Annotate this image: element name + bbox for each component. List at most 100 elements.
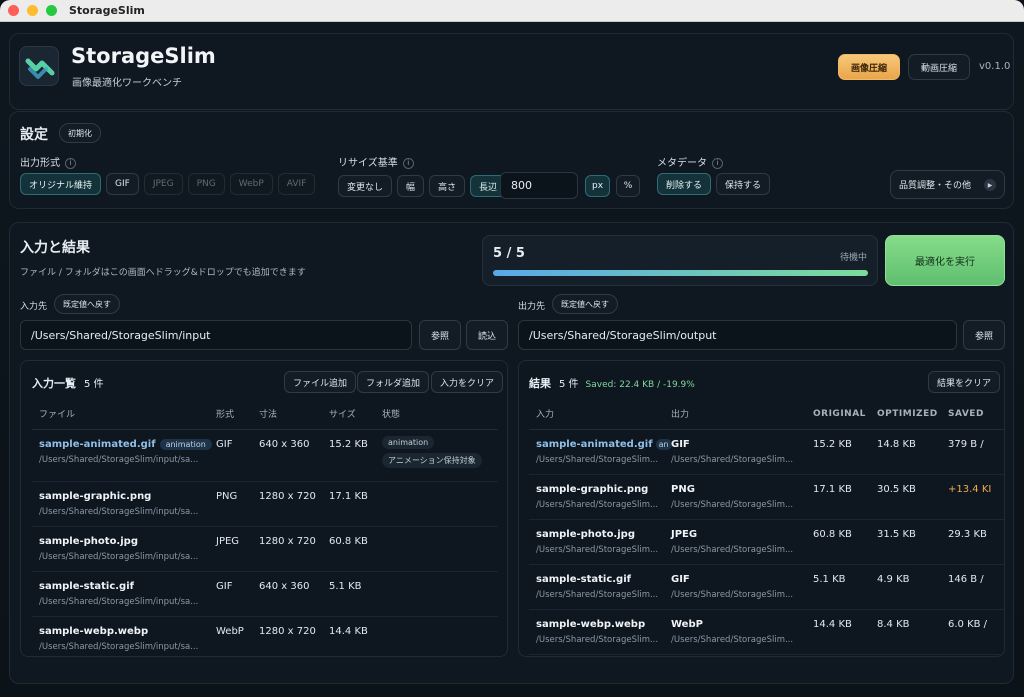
output-browse-button[interactable]: 参照	[963, 320, 1005, 350]
saved-cell: 146 B /	[948, 564, 1004, 610]
format-option-webp[interactable]: WebP	[229, 173, 273, 195]
unit-percent-button[interactable]: %	[616, 175, 640, 197]
results-table: 入力 出力 ORIGINAL OPTIMIZED SAVED sample-an…	[529, 399, 1004, 655]
file-name: sample-animated.gif an	[536, 438, 672, 450]
progress-status: 待機中	[839, 253, 867, 263]
minimize-window-button[interactable]	[27, 5, 38, 16]
output-format: GIF	[671, 573, 690, 585]
run-optimize-button[interactable]: 最適化を実行	[885, 235, 1005, 286]
output-path: /Users/Shared/StorageSlim...	[671, 499, 794, 510]
table-row[interactable]: sample-graphic.png/Users/Shared/StorageS…	[529, 474, 1004, 520]
metadata-label: メタデータ i	[657, 154, 723, 169]
progress-count: 5 / 5	[493, 246, 525, 261]
resize-value-input[interactable]: 800	[500, 172, 578, 199]
original-size-cell: 14.4 KB	[813, 609, 877, 655]
file-cell: sample-webp.webp/Users/Shared/StorageSli…	[32, 616, 216, 656]
output-format: WebP	[671, 618, 703, 630]
file-name: sample-photo.jpg	[39, 535, 138, 547]
info-icon[interactable]: i	[402, 157, 414, 169]
size-cell: 17.1 KB	[329, 481, 382, 527]
dims-cell: 1280 x 720	[259, 616, 329, 656]
status-badge: animation	[382, 435, 435, 449]
file-path: /Users/Shared/StorageSlim/input/sa...	[39, 596, 199, 607]
tab-image-compress[interactable]: 画像圧縮	[838, 54, 900, 80]
results-title: 結果 5 件 Saved: 22.4 KB / -19.9%	[529, 377, 695, 390]
output-cell: GIF/Users/Shared/StorageSlim...	[671, 564, 813, 610]
add-file-button[interactable]: ファイル追加	[284, 371, 357, 393]
quality-settings-button[interactable]: 品質調整・その他 ▶	[890, 170, 1005, 199]
format-option-avif[interactable]: AVIF	[277, 173, 316, 195]
table-row[interactable]: sample-webp.webp/Users/Shared/StorageSli…	[32, 616, 498, 656]
clear-input-button[interactable]: 入力をクリア	[431, 371, 504, 393]
col-dims: 寸法	[259, 399, 329, 430]
app-name: StorageSlim	[71, 44, 216, 68]
file-path: /Users/Shared/StorageSlim...	[536, 634, 659, 645]
output-dir-reset-button[interactable]: 既定値へ戻す	[552, 294, 618, 314]
unit-px-button[interactable]: px	[585, 175, 610, 197]
format-cell: JPEG	[216, 526, 259, 572]
resize-options: 変更なし 幅 高さ 長辺	[338, 175, 507, 197]
input-cell: sample-static.gif/Users/Shared/StorageSl…	[529, 564, 671, 610]
clear-results-button[interactable]: 結果をクリア	[928, 371, 1001, 393]
zoom-window-button[interactable]	[46, 5, 57, 16]
input-cell: sample-animated.gif an/Users/Shared/Stora…	[529, 429, 672, 475]
tab-video-compress[interactable]: 動画圧縮	[908, 54, 970, 80]
input-cell: sample-photo.jpg/Users/Shared/StorageSli…	[529, 519, 671, 565]
resize-option-none[interactable]: 変更なし	[338, 175, 393, 197]
table-row[interactable]: sample-static.gif/Users/Shared/StorageSl…	[32, 571, 498, 617]
table-row[interactable]: sample-photo.jpg/Users/Shared/StorageSli…	[32, 526, 498, 572]
status-cell: animation アニメーション保持対象	[382, 429, 498, 482]
app-window: StorageSlim StorageSlim 画像最適化ワークベンチ 画像圧縮…	[0, 0, 1024, 697]
output-dir-label: 出力先	[518, 302, 546, 312]
input-list-panel: 入力一覧 5 件 ファイル追加 フォルダ追加 入力をクリア ファイル 形式 寸法 …	[20, 360, 508, 657]
info-icon[interactable]: i	[712, 157, 723, 169]
status-badge: アニメーション保持対象	[382, 452, 482, 468]
format-cell: GIF	[216, 571, 259, 617]
output-format-label: 出力形式 i	[20, 154, 76, 169]
table-row[interactable]: sample-animated.gif an/Users/Shared/Stora…	[529, 429, 1004, 475]
size-cell: 14.4 KB	[329, 616, 382, 656]
metadata-option-keep[interactable]: 保持する	[716, 173, 771, 195]
resize-option-height[interactable]: 高さ	[429, 175, 466, 197]
output-dir-field[interactable]: /Users/Shared/StorageSlim/output	[518, 320, 957, 350]
saved-cell: 379 B /	[948, 429, 1004, 475]
table-row[interactable]: sample-webp.webp/Users/Shared/StorageSli…	[529, 609, 1004, 655]
info-icon[interactable]: i	[65, 157, 76, 169]
file-path: /Users/Shared/StorageSlim/input/sa...	[39, 551, 199, 562]
io-card: 入力と結果 ファイル / フォルダはこの画面へドラッグ&ドロップでも追加できます…	[9, 222, 1014, 684]
io-hint: ファイル / フォルダはこの画面へドラッグ&ドロップでも追加できます	[20, 268, 306, 278]
format-option-gif[interactable]: GIF	[106, 173, 139, 195]
input-dir-reset-button[interactable]: 既定値へ戻す	[54, 294, 120, 314]
resize-option-width[interactable]: 幅	[397, 175, 425, 197]
metadata-option-remove[interactable]: 削除する	[657, 173, 712, 195]
col-input: 入力	[529, 399, 671, 430]
file-name: sample-static.gif	[536, 573, 631, 585]
progress-track	[493, 270, 868, 276]
format-cell: PNG	[216, 481, 259, 527]
output-format: JPEG	[671, 528, 698, 540]
reset-settings-button[interactable]: 初期化	[59, 123, 101, 143]
table-row[interactable]: sample-graphic.png/Users/Shared/StorageS…	[32, 481, 498, 527]
file-name: sample-graphic.png	[536, 483, 649, 495]
format-option-png[interactable]: PNG	[187, 173, 225, 195]
format-option-original[interactable]: オリジナル維持	[20, 173, 102, 195]
col-size: サイズ	[329, 399, 382, 430]
file-cell: sample-animated.gif animation/Users/Share…	[32, 429, 216, 482]
input-browse-button[interactable]: 参照	[419, 320, 461, 350]
file-name: sample-animated.gif animation	[39, 438, 216, 450]
input-dir-field[interactable]: /Users/Shared/StorageSlim/input	[20, 320, 412, 350]
format-option-jpeg[interactable]: JPEG	[143, 173, 183, 195]
table-row[interactable]: sample-static.gif/Users/Shared/StorageSl…	[529, 564, 1004, 610]
output-path: /Users/Shared/StorageSlim...	[671, 454, 794, 465]
file-path: /Users/Shared/StorageSlim...	[536, 589, 659, 600]
close-window-button[interactable]	[8, 5, 19, 16]
file-cell: sample-photo.jpg/Users/Shared/StorageSli…	[32, 526, 216, 572]
col-status: 状態	[382, 399, 498, 430]
quality-settings-label: 品質調整・その他	[899, 181, 972, 191]
app-logo	[19, 46, 59, 86]
table-row[interactable]: sample-animated.gif animation/Users/Share…	[32, 429, 498, 482]
file-name: sample-graphic.png	[39, 490, 152, 502]
table-row[interactable]: sample-photo.jpg/Users/Shared/StorageSli…	[529, 519, 1004, 565]
input-load-button[interactable]: 読込	[466, 320, 508, 350]
add-folder-button[interactable]: フォルダ追加	[357, 371, 430, 393]
